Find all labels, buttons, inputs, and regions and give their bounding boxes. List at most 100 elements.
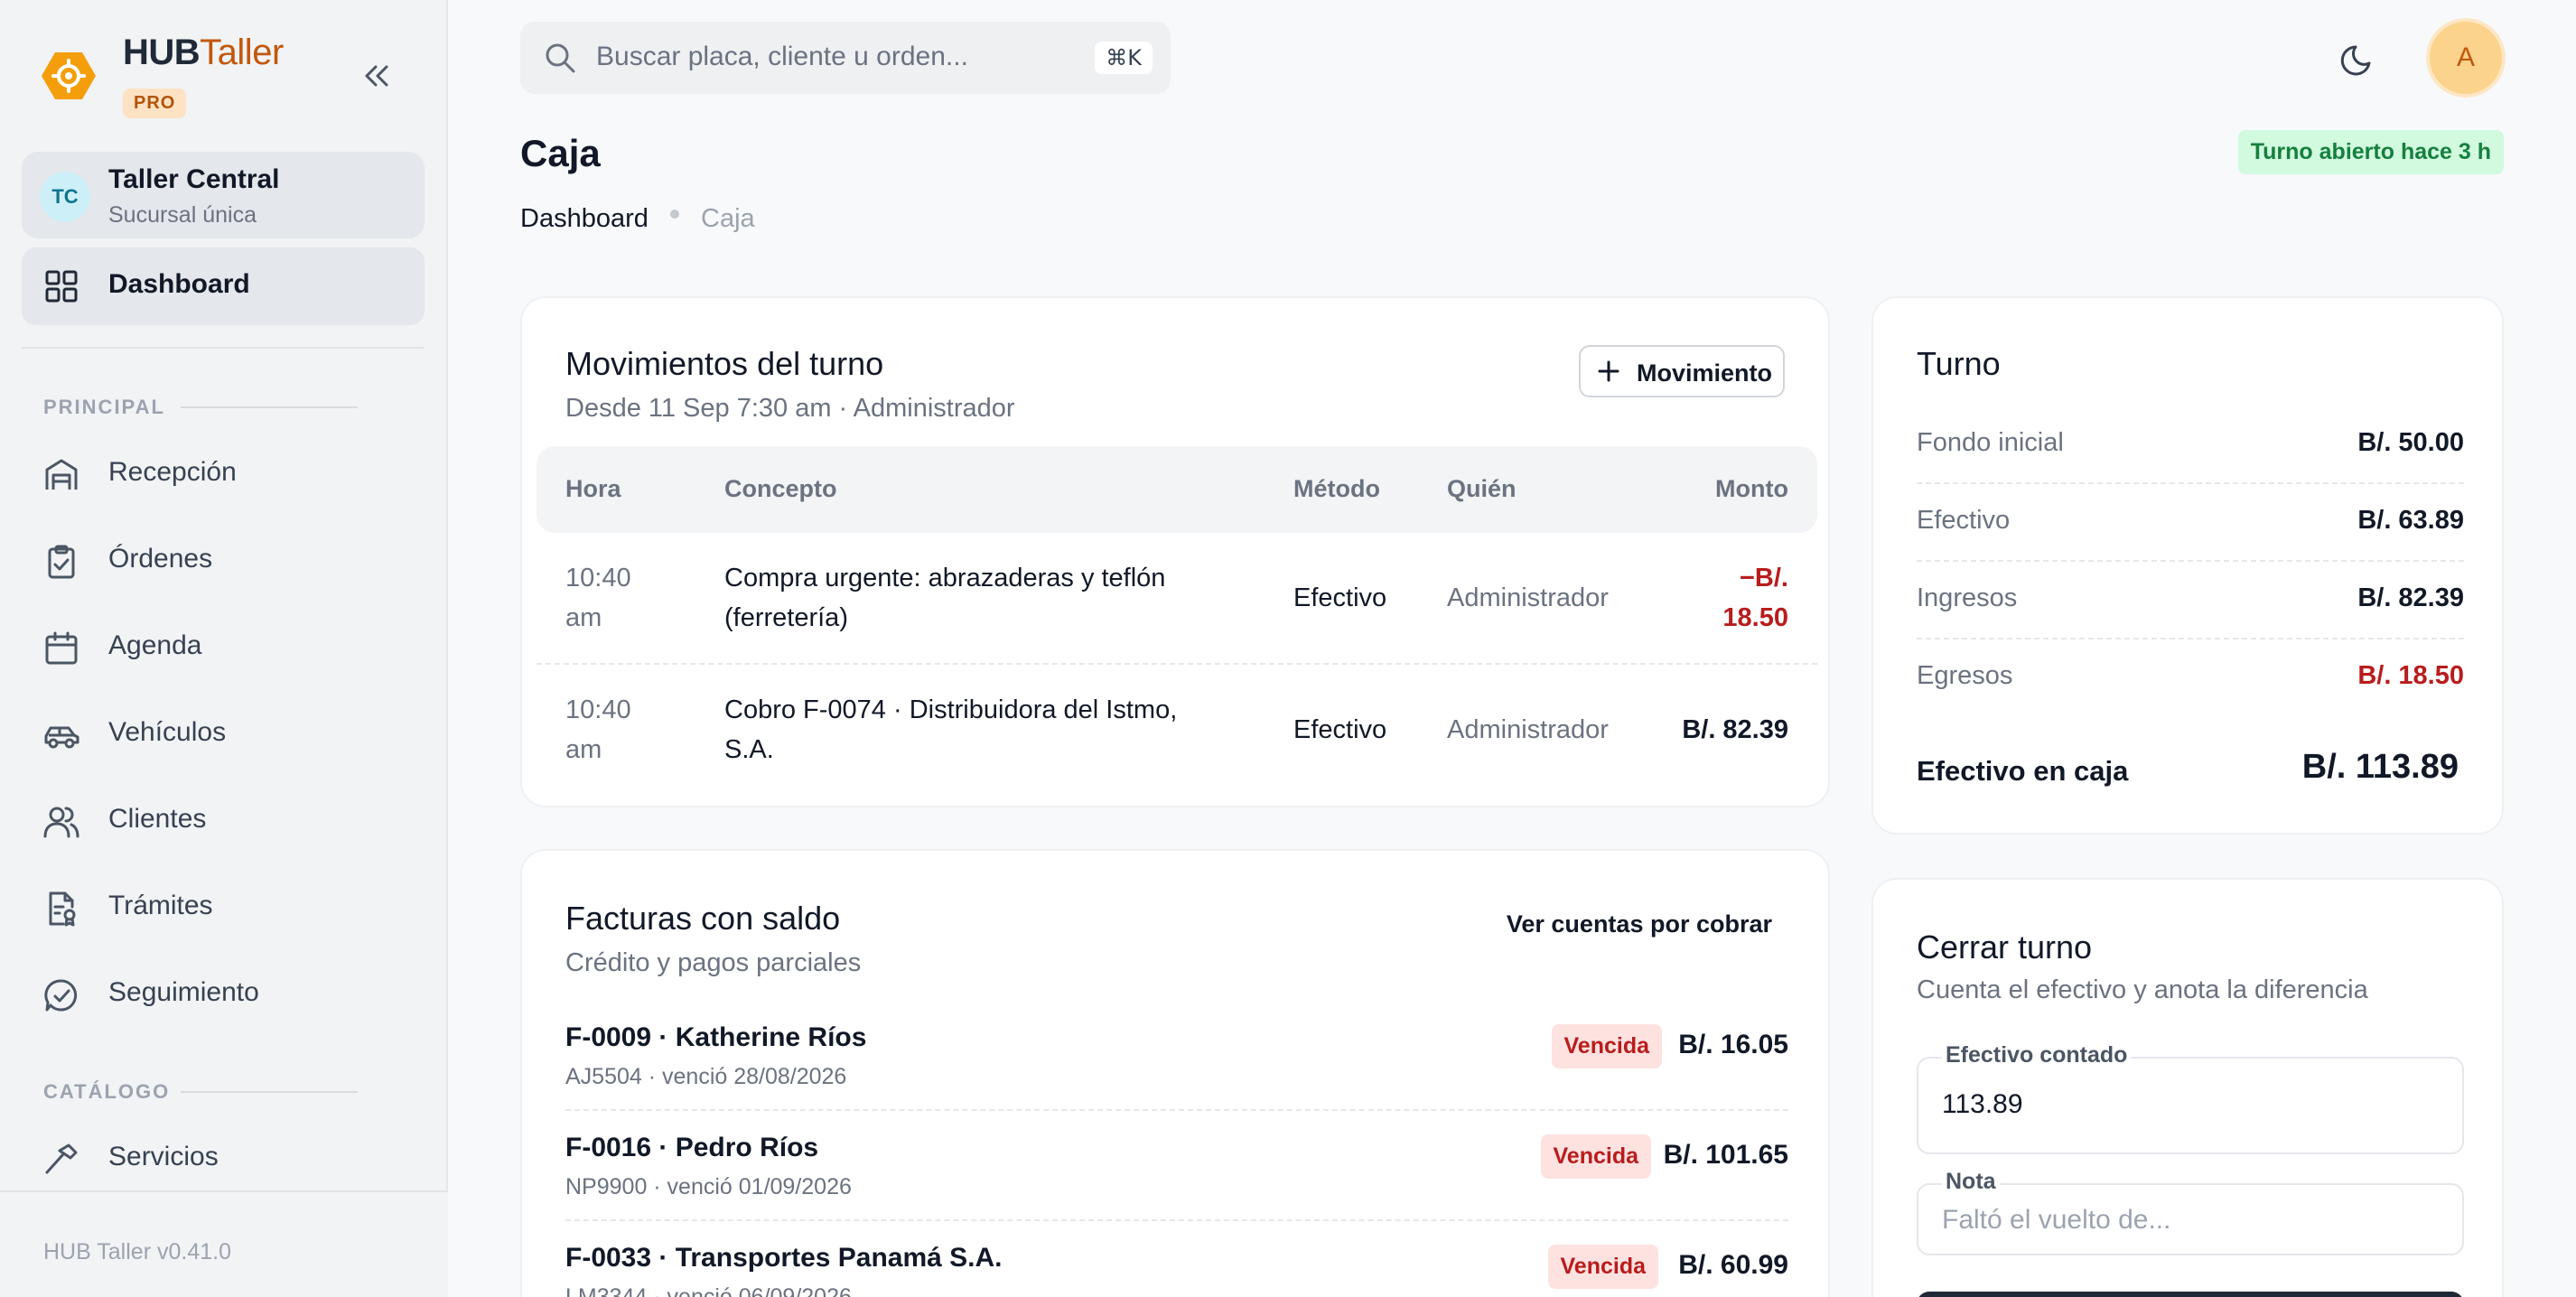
close-shift-button[interactable] xyxy=(1917,1292,2464,1297)
shift-status-badge: Turno abierto hace 3 h xyxy=(2237,130,2504,174)
org-name: Taller Central xyxy=(108,164,280,194)
sidebar-item-seguimiento[interactable]: Seguimiento xyxy=(22,959,425,1031)
breadcrumb-separator xyxy=(670,210,679,219)
invoice-amount: B/. 60.99 xyxy=(1678,1250,1788,1280)
logo-icon xyxy=(42,52,96,99)
close-shift-title: Cerrar turno xyxy=(1917,928,2093,966)
sidebar-item-recepcion[interactable]: Recepción xyxy=(22,439,425,511)
table-row[interactable]: 10:40 am Compra urgente: abrazaderas y te… xyxy=(537,533,1817,665)
status-badge: Vencida xyxy=(1547,1245,1658,1289)
shift-summary-card: Turno Fondo inicial B/. 50.00 Efectivo B… xyxy=(1871,296,2504,835)
row-time-line-1: 10:40 xyxy=(565,564,631,593)
sidebar-item-clientes[interactable]: Clientes xyxy=(22,786,425,858)
row-amount: −B/. 18.50 xyxy=(1722,558,1788,638)
breadcrumb-dashboard[interactable]: Dashboard xyxy=(520,204,649,234)
collapse-sidebar-icon[interactable] xyxy=(358,60,394,92)
chat-check-icon xyxy=(44,979,78,1012)
cash-total-value: B/. 113.89 xyxy=(2301,748,2459,786)
garage-icon xyxy=(45,459,78,490)
sidebar-item-label: Órdenes xyxy=(108,544,213,574)
summary-value: B/. 63.89 xyxy=(2357,506,2464,535)
sidebar-item-label: Trámites xyxy=(108,891,213,920)
add-movement-button[interactable]: Movimiento xyxy=(1579,345,1785,397)
row-concept-line-1: Compra urgente: abrazaderas y teflón xyxy=(724,564,1166,593)
cash-total-label: Efectivo en caja xyxy=(1917,755,2129,787)
row-concept-line-2: S.A. xyxy=(724,735,774,764)
list-item[interactable]: F-0009 · Katherine Ríos AJ5504 · venció … xyxy=(565,1006,1788,1116)
invoice-amount: B/. 16.05 xyxy=(1678,1030,1788,1059)
movements-title: Movimientos del turno xyxy=(565,345,884,382)
moon-icon[interactable] xyxy=(2339,42,2375,78)
clipboard-check-icon xyxy=(48,545,75,579)
shift-summary-title: Turno xyxy=(1917,345,2001,382)
summary-label: Efectivo xyxy=(1917,506,2011,535)
brand-part-2: Taller xyxy=(200,33,284,72)
invoice-title: F-0016 · Pedro Ríos xyxy=(565,1133,819,1162)
table-row[interactable]: 10:40 am Cobro F-0074 · Distribuidora del… xyxy=(537,665,1817,797)
plus-icon xyxy=(1598,360,1619,382)
close-shift-subtitle: Cuenta el efectivo y anota la diferencia xyxy=(1917,975,2368,1004)
status-badge: Vencida xyxy=(1551,1024,1662,1068)
car-icon xyxy=(44,726,79,749)
counted-cash-field[interactable]: Efectivo contado 113.89 xyxy=(1917,1042,2464,1154)
row-time-line-2: am xyxy=(565,735,602,764)
counted-cash-value: 113.89 xyxy=(1942,1089,2023,1119)
sidebar-item-agenda[interactable]: Agenda xyxy=(22,612,425,685)
sidebar-item-vehiculos[interactable]: Vehículos xyxy=(22,699,425,771)
column-header-monto: Monto xyxy=(1715,475,1788,502)
table-header: Hora Concepto Método Quién Monto xyxy=(537,446,1817,533)
search-bar[interactable]: Buscar placa, cliente u orden... ⌘K xyxy=(520,22,1171,94)
summary-row-fondo: Fondo inicial B/. 50.00 xyxy=(1917,405,2464,482)
column-header-concepto: Concepto xyxy=(724,475,837,502)
sidebar-footer: HUB Taller v0.41.0 xyxy=(0,1190,448,1297)
note-field[interactable]: Nota Faltó el vuelto de... xyxy=(1917,1169,2464,1255)
row-concept: Cobro F-0074 · Distribuidora del Istmo, S… xyxy=(724,690,1177,770)
brand-part-1: HUB xyxy=(123,33,201,72)
movements-card: Movimientos del turno Desde 11 Sep 7:30 … xyxy=(520,296,1830,807)
status-badge: Vencida xyxy=(1540,1134,1651,1179)
sidebar-item-label: Agenda xyxy=(108,630,202,660)
list-divider xyxy=(565,1109,1788,1111)
close-shift-card: Cerrar turno Cuenta el efectivo y anota … xyxy=(1871,878,2504,1297)
hammer-icon xyxy=(45,1143,78,1174)
row-who: Administrador xyxy=(1447,583,1609,612)
movements-subtitle: Desde 11 Sep 7:30 am · Administrador xyxy=(565,394,1015,423)
breadcrumb-current: Caja xyxy=(701,204,755,233)
row-method: Efectivo xyxy=(1293,583,1387,612)
sidebar-item-dashboard[interactable]: Dashboard xyxy=(22,247,425,325)
calendar-icon xyxy=(45,631,78,665)
row-concept: Compra urgente: abrazaderas y teflón (fer… xyxy=(724,558,1165,638)
summary-value: B/. 18.50 xyxy=(2357,661,2464,690)
list-item[interactable]: F-0033 · Transportes Panamá S.A. LM3344 … xyxy=(565,1227,1788,1297)
sidebar-divider xyxy=(22,347,425,349)
view-receivables-link[interactable]: Ver cuentas por cobrar xyxy=(1507,910,1772,938)
section-divider xyxy=(181,406,358,408)
sidebar-item-tramites[interactable]: Trámites xyxy=(22,872,425,945)
sidebar-item-label: Recepción xyxy=(108,457,237,487)
summary-value: B/. 82.39 xyxy=(2357,583,2464,612)
invoices-card: Facturas con saldo Crédito y pagos parci… xyxy=(520,849,1830,1297)
sidebar-item-ordenes[interactable]: Órdenes xyxy=(22,526,425,598)
row-concept-line-2: (ferretería) xyxy=(724,603,848,632)
org-switcher[interactable]: TC Taller Central Sucursal única xyxy=(22,152,425,238)
list-item[interactable]: F-0016 · Pedro Ríos NP9900 · venció 01/0… xyxy=(565,1116,1788,1227)
column-header-quien: Quién xyxy=(1447,475,1517,502)
add-movement-label: Movimiento xyxy=(1637,359,1773,387)
row-amount-line-2: 18.50 xyxy=(1722,603,1788,632)
row-method: Efectivo xyxy=(1293,715,1387,744)
summary-label: Ingresos xyxy=(1917,583,2018,612)
sidebar: HUBTaller PRO TC Taller Central Sucursal… xyxy=(0,0,448,1297)
invoice-detail: AJ5504 · venció 28/08/2026 xyxy=(565,1064,847,1089)
summary-label: Egresos xyxy=(1917,661,2013,690)
row-time: 10:40 am xyxy=(565,558,631,638)
pro-badge: PRO xyxy=(123,89,187,118)
note-placeholder: Faltó el vuelto de... xyxy=(1942,1205,2171,1235)
row-time: 10:40 am xyxy=(565,690,631,770)
search-shortcut: ⌘K xyxy=(1095,42,1153,74)
section-label-catalogo: CATÁLOGO xyxy=(43,1080,171,1103)
user-avatar[interactable]: A xyxy=(2426,18,2506,98)
section-label-principal: PRINCIPAL xyxy=(43,396,165,418)
sidebar-item-label: Seguimiento xyxy=(108,977,259,1007)
sidebar-item-servicios[interactable]: Servicios xyxy=(22,1124,425,1196)
users-icon xyxy=(43,807,79,838)
